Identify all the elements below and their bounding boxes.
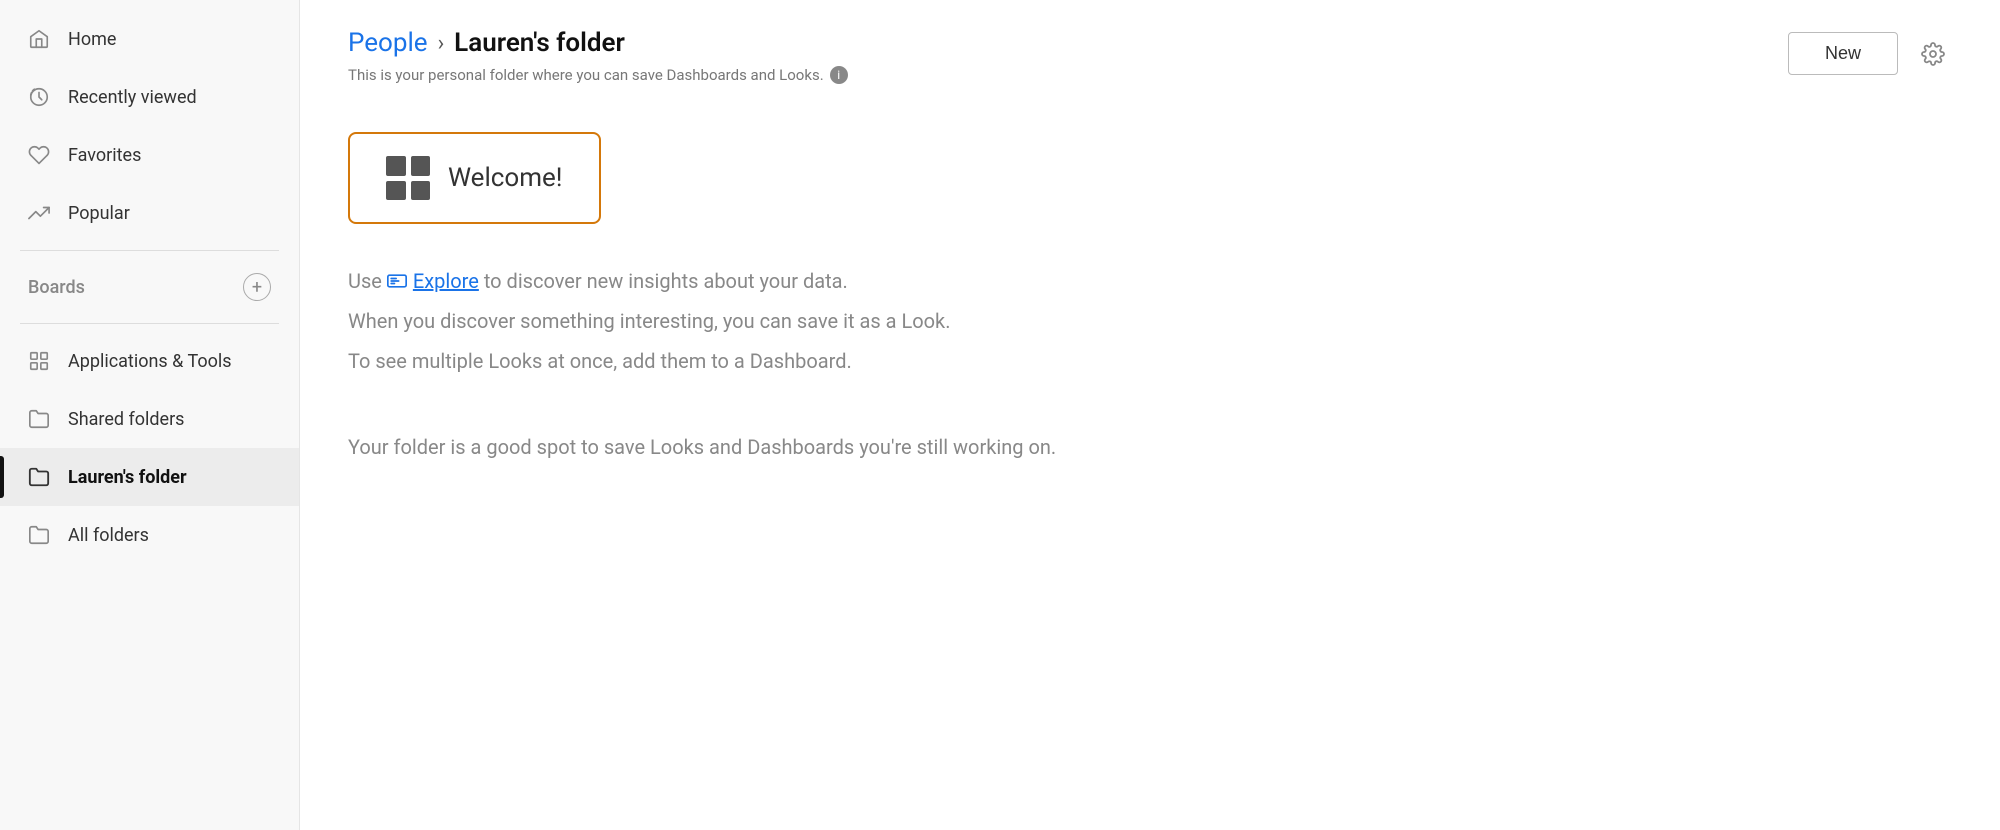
grid-cell-1 <box>386 156 406 176</box>
folder-icon-all <box>28 524 50 546</box>
page-header: People › Lauren's folder This is your pe… <box>300 0 2000 92</box>
explore-link[interactable]: Explore <box>387 264 479 298</box>
welcome-title: Welcome! <box>448 163 563 193</box>
desc-footer: Your folder is a good spot to save Looks… <box>348 430 1952 464</box>
header-subtitle: This is your personal folder where you c… <box>348 66 848 84</box>
sidebar-item-popular[interactable]: Popular <box>0 184 299 242</box>
grid-cell-4 <box>411 181 431 201</box>
clock-icon <box>28 86 50 108</box>
welcome-grid-icon <box>386 156 430 200</box>
sidebar-item-applications-tools[interactable]: Applications & Tools <box>0 332 299 390</box>
grid-cell-3 <box>386 181 406 201</box>
boards-section-header: Boards + <box>0 259 299 315</box>
sidebar-item-laurens-folder[interactable]: Lauren's folder <box>0 448 299 506</box>
trending-icon <box>28 202 50 224</box>
sidebar-item-label-favorites: Favorites <box>68 145 141 166</box>
active-indicator <box>0 456 4 498</box>
desc-line-1-prefix: Use <box>348 269 387 293</box>
header-left: People › Lauren's folder This is your pe… <box>348 28 848 84</box>
desc-line-1-suffix: to discover new insights about your data… <box>484 269 848 293</box>
add-board-button[interactable]: + <box>243 273 271 301</box>
breadcrumb-people-link[interactable]: People <box>348 28 428 58</box>
page-content: Welcome! Use Explore to <box>300 92 2000 504</box>
settings-icon[interactable] <box>1914 35 1952 73</box>
sidebar-item-label-popular: Popular <box>68 203 130 224</box>
divider-1 <box>20 250 279 251</box>
explore-icon <box>387 274 407 288</box>
sidebar-item-label-laurens-folder: Lauren's folder <box>68 467 187 488</box>
boards-section-title: Boards <box>28 277 85 298</box>
home-icon <box>28 28 50 50</box>
desc-separator <box>348 408 1952 430</box>
divider-2 <box>20 323 279 324</box>
breadcrumb-separator: › <box>438 31 445 56</box>
folder-icon-shared <box>28 408 50 430</box>
desc-line-2: When you discover something interesting,… <box>348 304 1952 338</box>
sidebar-item-favorites[interactable]: Favorites <box>0 126 299 184</box>
sidebar-item-label-recently-viewed: Recently viewed <box>68 87 197 108</box>
explore-link-text: Explore <box>413 264 479 298</box>
desc-line-1: Use Explore to discover new insights abo… <box>348 264 1952 298</box>
desc-line-3: To see multiple Looks at once, add them … <box>348 344 1952 378</box>
main-content: People › Lauren's folder This is your pe… <box>300 0 2000 830</box>
sidebar-item-home[interactable]: Home <box>0 10 299 68</box>
grid-cell-2 <box>411 156 431 176</box>
sidebar-item-recently-viewed[interactable]: Recently viewed <box>0 68 299 126</box>
sidebar-item-label-all-folders: All folders <box>68 525 149 546</box>
subtitle-text: This is your personal folder where you c… <box>348 66 824 84</box>
description-block: Use Explore to discover new insights abo… <box>348 264 1952 378</box>
sidebar-item-all-folders[interactable]: All folders <box>0 506 299 564</box>
sidebar-item-shared-folders[interactable]: Shared folders <box>0 390 299 448</box>
sidebar-item-label-shared-folders: Shared folders <box>68 409 184 430</box>
welcome-card: Welcome! <box>348 132 601 224</box>
sidebar: Home Recently viewed Favorites Popular <box>0 0 300 830</box>
heart-icon <box>28 144 50 166</box>
folder-icon-laurens <box>28 466 50 488</box>
sidebar-item-label-applications-tools: Applications & Tools <box>68 351 232 372</box>
grid-icon <box>28 350 50 372</box>
new-button[interactable]: New <box>1788 32 1898 75</box>
info-icon[interactable]: i <box>830 66 848 84</box>
header-right: New <box>1788 32 1952 75</box>
sidebar-item-label-home: Home <box>68 29 116 50</box>
breadcrumb-current: Lauren's folder <box>454 28 625 58</box>
breadcrumb: People › Lauren's folder <box>348 28 848 58</box>
